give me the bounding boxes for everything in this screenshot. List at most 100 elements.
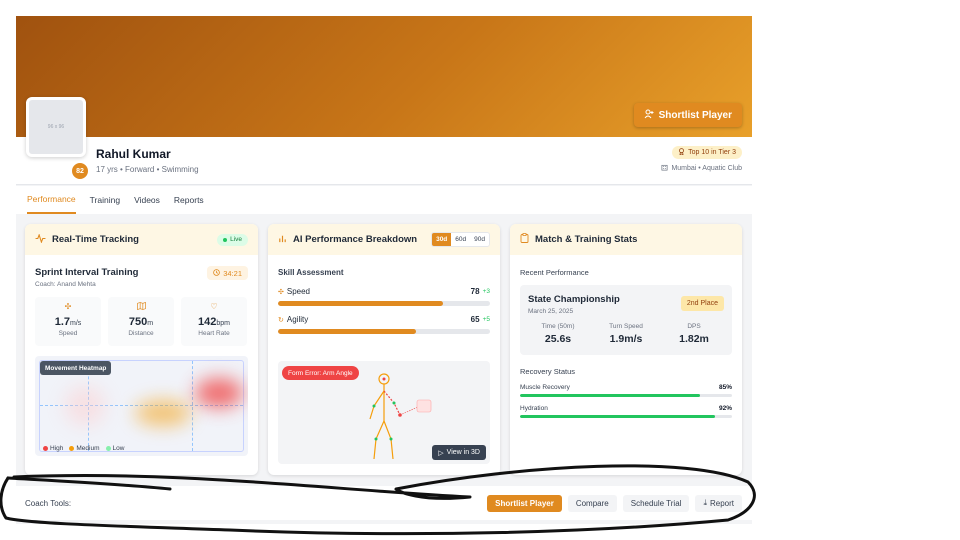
range-30d-button[interactable]: 30d [432,233,452,246]
recovery-muscle: Muscle Recovery 85% [520,384,732,391]
legend-medium: Medium [69,445,100,452]
hydration-bar-fill [520,415,716,418]
metric-value: 1.9m/s [609,333,643,345]
view-3d-button[interactable]: ▷ View in 3D [432,445,486,460]
match-training-stats-card: Match & Training Stats Recent Performanc… [510,224,742,475]
user-plus-icon [644,109,654,122]
skill-delta: +5 [482,316,490,323]
clipboard-icon [520,233,529,246]
heatmap-label: Movement Heatmap [40,361,112,375]
legend-dot [69,446,75,451]
tier-label: Top 10 in Tier 3 [688,149,736,156]
ai-breakdown-card: AI Performance Breakdown 30d 60d 90d Ski… [268,224,500,475]
metric-label: Time (50m) [541,323,575,330]
shortlist-player-tool-button[interactable]: Shortlist Player [487,494,562,512]
recovery-label: Muscle Recovery [520,384,570,391]
stat-value: 750 [128,316,148,328]
heat-zone-low [65,386,105,426]
match-metric: Turn Speed 1.9m/s [596,323,656,345]
player-meta: 17 yrs • Forward • Swimming [96,165,199,174]
tab-videos[interactable]: Videos [134,186,160,214]
building-icon [661,164,668,173]
heat-zone-high [195,378,243,408]
range-60d-button[interactable]: 60d [451,233,471,246]
muscle-recovery-bar-fill [520,394,701,397]
stat-heart-rate: ♡ 142bpm Heart Rate [181,297,247,346]
heat-zone-medium [135,400,191,426]
compare-button[interactable]: Compare [567,494,617,512]
match-date: March 25, 2025 [528,308,574,315]
stat-value: 142 [198,316,217,328]
metric-label: Turn Speed [609,323,643,330]
session-timer: 34:21 [207,266,248,280]
card-title: Match & Training Stats [535,234,638,245]
medal-icon [678,148,685,157]
tab-performance[interactable]: Performance [27,186,76,214]
skill-agility-bar [278,329,490,334]
real-time-tracking-card: Real-Time Tracking Live Sprint Interval … [25,224,258,475]
bar-chart-icon [278,234,287,246]
match-summary: State Championship March 25, 2025 2nd Pl… [520,285,732,355]
play-icon: ▷ [438,449,444,457]
skill-assessment-title: Skill Assessment [278,268,344,277]
heatmap-gridline [192,361,193,451]
stat-speed: ✣ 1.7m/s Speed [35,297,101,346]
place-badge: 2nd Place [680,296,724,311]
muscle-recovery-bar [520,394,732,397]
club-label: Mumbai • Aquatic Club [671,165,742,172]
stat-unit: bpm [216,320,230,327]
recovery-hydration: Hydration 92% [520,405,732,412]
skill-value: 78 [470,287,480,296]
skill-speed-bar [278,301,490,306]
shortlist-label: Shortlist Player [658,109,732,121]
match-metric: Time (50m) 25.6s [528,323,588,345]
range-selector: 30d 60d 90d [431,232,490,247]
schedule-trial-button[interactable]: Schedule Trial [622,494,690,512]
session-coach: Coach: Anand Mehta [35,281,96,288]
tier-badge: Top 10 in Tier 3 [672,146,742,159]
card-title: AI Performance Breakdown [293,234,418,245]
refresh-icon: ↻ [278,316,284,324]
stat-value: 1.7 [54,316,70,328]
tab-reports[interactable]: Reports [174,186,204,214]
legend-label: Medium [76,445,100,452]
activity-icon [35,232,46,246]
club-info: Mumbai • Aquatic Club [661,164,742,173]
stat-label: Distance [128,330,154,337]
stat-label: Heart Rate [198,330,230,337]
tab-bar: Performance Training Videos Reports [16,186,752,214]
tab-training[interactable]: Training [90,186,120,214]
legend-dot [105,446,111,451]
view-3d-label: View in 3D [446,449,480,456]
coach-tools-buttons: Shortlist Player Compare Schedule Trial … [487,494,742,512]
speed-icon: ✣ [278,288,284,296]
pose-analysis: Form Error: Arm Angle ▷ View in 3D [278,361,490,464]
live-dot [223,237,228,242]
skill-agility-bar-fill [278,329,416,334]
range-90d-button[interactable]: 90d [470,233,489,246]
recovery-pct: 92% [718,405,732,412]
avatar: 96 x 96 [26,97,86,157]
card-header: Real-Time Tracking Live [25,224,258,255]
session-title: Sprint Interval Training [35,267,139,278]
recovery-status-title: Recovery Status [520,367,576,376]
recovery-label: Hydration [520,405,548,412]
hydration-bar [520,415,732,418]
movement-heatmap: Movement Heatmap High Medium Low [35,356,248,456]
shortlist-player-button[interactable]: Shortlist Player [633,103,742,127]
legend-label: Low [112,445,125,452]
stat-label: Speed [58,330,78,337]
live-badge: Live [217,233,248,246]
skill-agility: ↻ Agility 65 +5 [278,315,490,324]
avatar-placeholder: 96 x 96 [47,123,65,130]
form-error-badge: Form Error: Arm Angle [282,366,359,380]
recent-performance-title: Recent Performance [520,268,589,277]
report-button[interactable]: ⤓ Report [695,494,742,512]
legend-dot [43,446,48,451]
download-icon: ⤓ [703,498,707,507]
speed-icon: ✣ [64,302,72,311]
skill-speed: ✣ Speed 78 +3 [278,287,490,296]
report-label: Report [709,498,734,508]
player-name: Rahul Kumar [96,147,171,161]
timer-value: 34:21 [223,268,242,278]
